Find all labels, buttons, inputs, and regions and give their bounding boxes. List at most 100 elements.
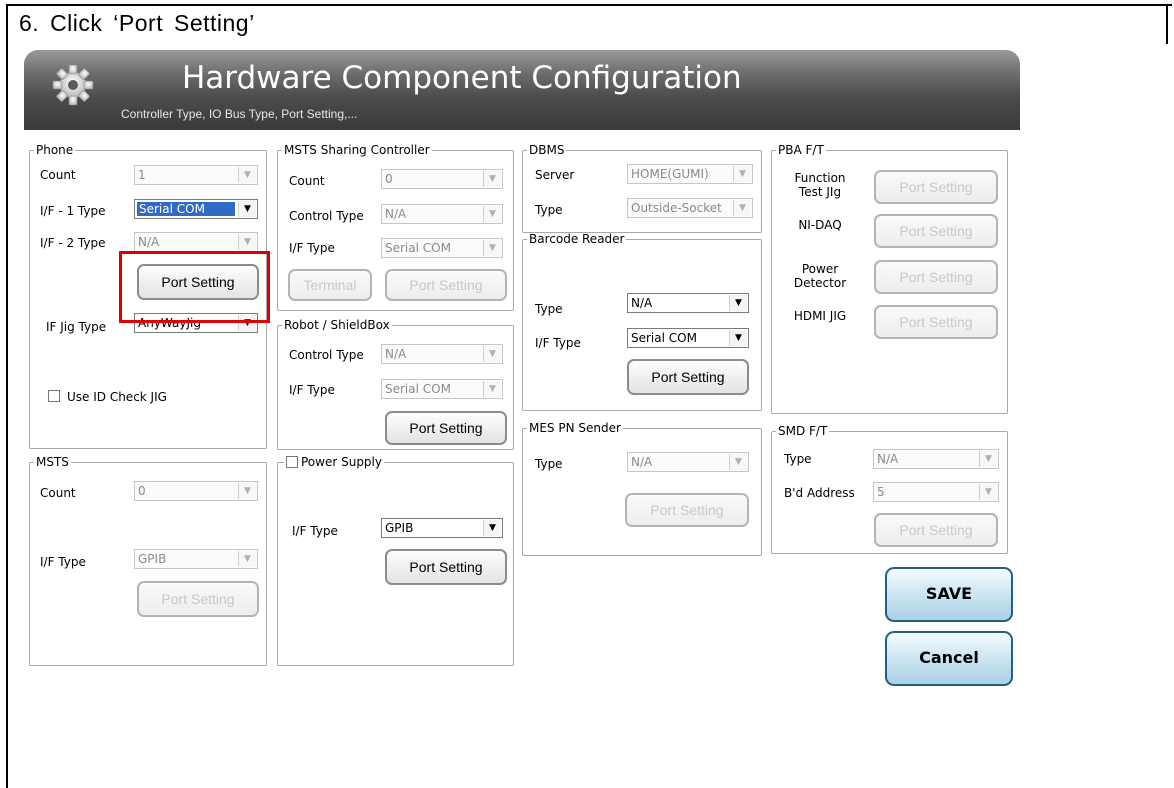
dbms-group: DBMS — [522, 143, 762, 233]
phone-if1-label: I/F - 1 Type — [40, 204, 106, 218]
mes-port-setting-button[interactable]: Port Setting — [625, 493, 749, 527]
barcode-port-setting-label: Port Setting — [651, 369, 725, 385]
phone-jig-value: AnyWayJig — [138, 316, 201, 330]
chevron-down-icon: ▼ — [483, 381, 501, 397]
phone-legend: Phone — [36, 143, 74, 157]
smd-type-label: Type — [784, 452, 812, 466]
msts-sharing-count-label: Count — [289, 174, 325, 188]
msts-count-select[interactable]: 0 ▼ — [134, 481, 258, 501]
pba-nidaq-port-setting-button[interactable]: Port Setting — [874, 214, 998, 248]
msts-port-setting-button[interactable]: Port Setting — [137, 581, 259, 617]
chevron-down-icon: ▼ — [733, 200, 751, 216]
pba-function-label-line2: Test JIg — [798, 185, 842, 199]
smd-type-value: N/A — [877, 452, 899, 466]
dbms-server-select[interactable]: HOME(GUMI) ▼ — [627, 164, 753, 184]
pba-function-port-setting-button[interactable]: Port Setting — [874, 170, 998, 204]
robot-legend: Robot / ShieldBox — [284, 318, 390, 332]
msts-sharing-count-value: 0 — [385, 172, 393, 186]
pba-function-label-line1: Function — [794, 171, 846, 185]
chevron-down-icon: ▼ — [729, 330, 747, 346]
barcode-port-setting-button[interactable]: Port Setting — [627, 359, 749, 395]
chevron-down-icon: ▼ — [238, 201, 256, 217]
robot-port-setting-button[interactable]: Port Setting — [385, 411, 507, 445]
robot-if-select[interactable]: Serial COM ▼ — [381, 379, 503, 399]
phone-count-label: Count — [40, 168, 76, 182]
phone-jig-select[interactable]: AnyWayJig ▼ — [134, 313, 258, 333]
power-supply-checkbox[interactable] — [286, 456, 298, 468]
dbms-type-select[interactable]: Outside-Socket ▼ — [627, 198, 753, 218]
msts-sharing-legend: MSTS Sharing Controller — [284, 143, 430, 157]
smd-port-setting-button[interactable]: Port Setting — [874, 513, 998, 547]
barcode-if-value: Serial COM — [631, 331, 697, 345]
use-id-check-label: Use ID Check JIG — [67, 390, 167, 404]
power-supply-if-select[interactable]: GPIB ▼ — [381, 518, 503, 538]
smd-addr-value: 5 — [877, 485, 885, 499]
phone-if1-select[interactable]: Serial COM ▼ — [134, 199, 258, 219]
robot-control-select[interactable]: N/A ▼ — [381, 344, 503, 364]
window-subtitle: Controller Type, IO Bus Type, Port Setti… — [121, 107, 358, 121]
chevron-down-icon: ▼ — [483, 206, 501, 222]
pba-function-port-setting-label: Port Setting — [899, 179, 973, 195]
chevron-down-icon: ▼ — [733, 166, 751, 182]
msts-legend: MSTS — [36, 455, 69, 469]
msts-port-setting-label: Port Setting — [161, 591, 235, 607]
smd-legend: SMD F/T — [778, 424, 828, 438]
terminal-button[interactable]: Terminal — [288, 269, 372, 301]
barcode-type-label: Type — [535, 302, 563, 316]
phone-count-value: 1 — [138, 168, 146, 182]
terminal-label: Terminal — [303, 277, 357, 293]
mes-type-label: Type — [535, 457, 563, 471]
msts-if-select[interactable]: GPIB ▼ — [134, 549, 258, 569]
mes-legend: MES PN Sender — [529, 421, 621, 435]
pba-hdmi-label: HDMI JIG — [793, 309, 847, 323]
mes-port-setting-label: Port Setting — [650, 502, 724, 518]
power-supply-legend-wrap: Power Supply — [284, 455, 384, 469]
smd-addr-select[interactable]: 5 ▼ — [873, 482, 999, 502]
gear-icon — [52, 64, 94, 106]
msts-sharing-count-select[interactable]: 0 ▼ — [381, 169, 503, 189]
step-instruction: 6. Click ‘Port Setting’ — [19, 10, 255, 36]
msts-if-label: I/F Type — [40, 555, 86, 569]
pba-power-label: Power Detector — [789, 262, 851, 290]
msts-count-value: 0 — [138, 484, 146, 498]
smd-type-select[interactable]: N/A ▼ — [873, 449, 999, 469]
barcode-type-select[interactable]: N/A ▼ — [627, 293, 749, 313]
cancel-button[interactable]: Cancel — [885, 631, 1013, 686]
robot-if-label: I/F Type — [289, 383, 335, 397]
smd-port-setting-label: Port Setting — [899, 522, 973, 538]
chevron-down-icon: ▼ — [238, 315, 256, 331]
mes-type-select[interactable]: N/A ▼ — [627, 452, 749, 472]
msts-count-label: Count — [40, 486, 76, 500]
phone-if2-label: I/F - 2 Type — [40, 236, 106, 250]
pba-hdmi-port-setting-button[interactable]: Port Setting — [874, 305, 998, 339]
dbms-type-label: Type — [535, 203, 563, 217]
dbms-type-value: Outside-Socket — [631, 201, 722, 215]
msts-sharing-if-select[interactable]: Serial COM ▼ — [381, 238, 503, 258]
phone-port-setting-button[interactable]: Port Setting — [137, 264, 259, 300]
save-button[interactable]: SAVE — [885, 567, 1013, 622]
power-supply-port-setting-label: Port Setting — [409, 559, 483, 575]
pba-power-port-setting-button[interactable]: Port Setting — [874, 260, 998, 294]
pba-power-label-line1: Power — [801, 262, 839, 276]
window-title: Hardware Component Configuration — [182, 60, 742, 96]
phone-port-setting-label: Port Setting — [161, 274, 235, 290]
dbms-server-value: HOME(GUMI) — [631, 167, 709, 181]
pba-legend: PBA F/T — [778, 143, 824, 157]
use-id-check-checkbox[interactable] — [48, 390, 60, 402]
msts-sharing-control-select[interactable]: N/A ▼ — [381, 204, 503, 224]
phone-count-select[interactable]: 1 ▼ — [134, 165, 258, 185]
barcode-if-label: I/F Type — [535, 336, 581, 350]
cancel-label: Cancel — [919, 648, 979, 667]
barcode-if-select[interactable]: Serial COM ▼ — [627, 328, 749, 348]
chevron-down-icon: ▼ — [238, 234, 256, 250]
pba-nidaq-port-setting-label: Port Setting — [899, 223, 973, 239]
mes-group: MES PN Sender — [522, 421, 762, 556]
document-frame-edge — [1166, 4, 1168, 44]
phone-if2-select[interactable]: N/A ▼ — [134, 232, 258, 252]
msts-sharing-port-setting-button[interactable]: Port Setting — [385, 269, 507, 301]
msts-sharing-control-value: N/A — [385, 207, 407, 221]
phone-jig-label: IF Jig Type — [46, 320, 107, 334]
phone-if1-value: Serial COM — [137, 202, 235, 216]
power-supply-port-setting-button[interactable]: Port Setting — [385, 549, 507, 585]
smd-addr-label: B'd Address — [784, 486, 855, 500]
